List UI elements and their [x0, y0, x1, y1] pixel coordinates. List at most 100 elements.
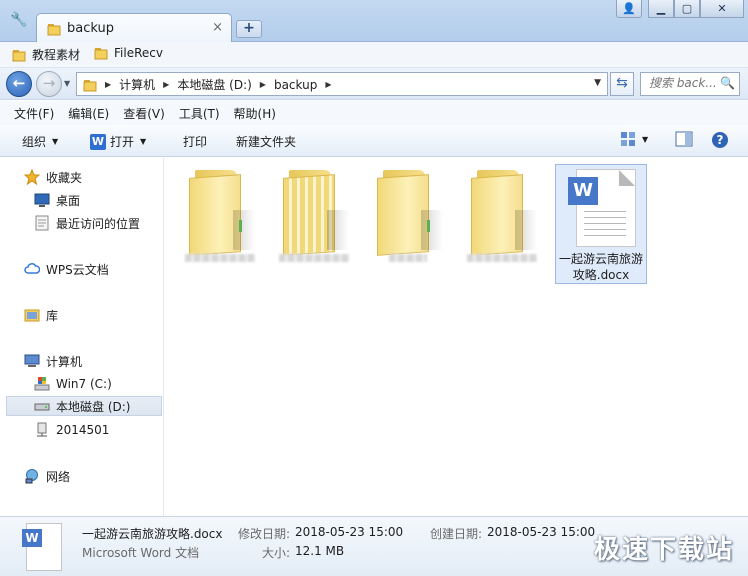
organize-button[interactable]: 组织 ▼: [22, 133, 58, 150]
chevron-right-icon[interactable]: ▶: [105, 80, 111, 89]
navigation-bar: ← → ▼ ▶ 计算机 ▶ 本地磁盘 (D:) ▶ backup ▶ ▼ ⇆ 🔍: [0, 68, 748, 100]
close-tab-icon[interactable]: ×: [212, 20, 223, 35]
tab-title: backup: [67, 21, 114, 36]
open-label: 打开: [110, 135, 135, 149]
user-icon[interactable]: 👤: [616, 0, 642, 18]
preview-pane-button[interactable]: [675, 131, 693, 147]
nav-label: 库: [46, 308, 59, 323]
folder-icon: [377, 170, 443, 256]
desktop-icon: [34, 192, 50, 208]
nav-wps-cloud[interactable]: WPS云文档: [24, 259, 109, 279]
help-icon: ?: [711, 131, 729, 149]
menu-help[interactable]: 帮助(H): [234, 105, 276, 122]
back-button[interactable]: ←: [6, 71, 32, 97]
network-icon: [24, 468, 40, 484]
view-grid-icon: [620, 131, 636, 147]
chevron-down-icon[interactable]: ▼: [64, 79, 70, 88]
minimize-button[interactable]: ▁: [648, 0, 674, 18]
search-input[interactable]: [649, 76, 719, 90]
network-drive-icon: [34, 422, 50, 438]
view-options-button[interactable]: ▼: [620, 131, 648, 147]
nav-network[interactable]: 网络: [24, 466, 70, 486]
nav-label: 桌面: [56, 193, 81, 208]
breadcrumb-backup[interactable]: backup: [274, 78, 317, 92]
navigation-pane: 收藏夹 桌面 最近访问的位置 WPS云文档 库 计算机 Win7 (C:) 本地…: [0, 158, 164, 516]
nav-label: 收藏夹: [46, 170, 83, 185]
nav-label: WPS云文档: [46, 262, 109, 277]
help-button[interactable]: ?: [711, 131, 729, 149]
breadcrumb-drive-d[interactable]: 本地磁盘 (D:): [177, 76, 251, 93]
nav-computer[interactable]: 计算机: [24, 351, 82, 371]
folder-item[interactable]: [269, 164, 359, 284]
favorite-label: 教程素材: [32, 48, 81, 62]
nav-label: 计算机: [46, 354, 83, 369]
breadcrumb-computer[interactable]: 计算机: [119, 76, 155, 93]
folder-icon: [94, 46, 108, 60]
new-folder-button[interactable]: 新建文件夹: [236, 133, 296, 150]
nav-network-drive[interactable]: 2014501: [34, 420, 109, 440]
chevron-right-icon[interactable]: ▶: [163, 80, 169, 89]
details-filename: 一起游云南旅游攻略.docx: [82, 527, 223, 541]
favorite-label: FileRecv: [114, 46, 163, 60]
modified-label: 修改日期:: [238, 527, 291, 541]
menu-bar: 文件(F) 编辑(E) 查看(V) 工具(T) 帮助(H): [0, 101, 748, 125]
word-document-icon: W: [568, 169, 636, 249]
file-label: 一起游云南旅游攻略.docx: [558, 252, 643, 282]
address-bar[interactable]: ▶ 计算机 ▶ 本地磁盘 (D:) ▶ backup ▶ ▼: [76, 72, 608, 96]
close-window-button[interactable]: ✕: [700, 0, 744, 18]
menu-tools[interactable]: 工具(T): [179, 105, 220, 122]
chevron-down-icon: ▼: [140, 137, 147, 146]
folder-item[interactable]: [363, 164, 453, 284]
menu-file[interactable]: 文件(F): [14, 105, 54, 122]
chevron-right-icon[interactable]: ▶: [260, 80, 266, 89]
nav-library[interactable]: 库: [24, 305, 58, 325]
folder-icon: [283, 170, 349, 256]
open-button[interactable]: W 打开 ▼: [90, 133, 146, 150]
command-bar: 组织 ▼ W 打开 ▼ 打印 新建文件夹 ▼ ?: [0, 125, 748, 157]
favorite-item[interactable]: 教程素材: [12, 46, 80, 63]
chevron-down-icon[interactable]: ▼: [594, 78, 601, 88]
refresh-button[interactable]: ⇆: [610, 72, 634, 96]
computer-icon: [24, 353, 40, 369]
library-icon: [24, 307, 40, 323]
docx-file-item[interactable]: W 一起游云南旅游攻略.docx: [555, 164, 647, 284]
chevron-right-icon[interactable]: ▶: [325, 80, 331, 89]
tab-backup[interactable]: backup ×: [36, 13, 232, 43]
favorite-item[interactable]: FileRecv: [94, 46, 163, 60]
size-label: 大小:: [262, 546, 291, 560]
favorites-bar: 教程素材 FileRecv: [0, 42, 748, 68]
blurred-label: [467, 254, 537, 262]
maximize-button[interactable]: ▢: [674, 0, 700, 18]
chevron-down-icon: ▼: [52, 137, 59, 146]
print-button[interactable]: 打印: [183, 133, 207, 150]
print-label: 打印: [183, 135, 208, 149]
chevron-down-icon: ▼: [642, 134, 649, 144]
size-value: 12.1 MB: [295, 544, 345, 558]
word-document-icon: W: [22, 523, 66, 573]
breadcrumb: ▶ 计算机 ▶ 本地磁盘 (D:) ▶ backup ▶: [83, 76, 331, 93]
nav-drive-c[interactable]: Win7 (C:): [34, 374, 112, 394]
nav-drive-d[interactable]: 本地磁盘 (D:): [6, 396, 162, 416]
menu-view[interactable]: 查看(V): [123, 105, 165, 122]
new-folder-label: 新建文件夹: [236, 135, 297, 149]
nav-favorites[interactable]: 收藏夹: [24, 167, 82, 187]
new-tab-button[interactable]: +: [236, 20, 262, 38]
organize-label: 组织: [22, 135, 47, 149]
search-icon[interactable]: 🔍: [720, 76, 735, 90]
nav-label: 2014501: [56, 423, 110, 437]
svg-text:?: ?: [717, 133, 724, 147]
window-controls: 👤 ▁ ▢ ✕: [616, 0, 744, 19]
forward-button[interactable]: →: [36, 71, 62, 97]
folder-icon: [12, 48, 26, 62]
blurred-label: [389, 254, 427, 262]
blurred-label: [185, 254, 255, 262]
nav-label: 网络: [46, 469, 71, 484]
menu-edit[interactable]: 编辑(E): [68, 105, 109, 122]
nav-desktop[interactable]: 桌面: [34, 190, 80, 210]
folder-item[interactable]: [175, 164, 265, 284]
search-box: 🔍: [640, 72, 740, 96]
details-filetype: Microsoft Word 文档: [82, 546, 200, 560]
wrench-icon[interactable]: 🔧: [10, 12, 28, 30]
folder-item[interactable]: [457, 164, 547, 284]
nav-recent-places[interactable]: 最近访问的位置: [34, 213, 140, 233]
